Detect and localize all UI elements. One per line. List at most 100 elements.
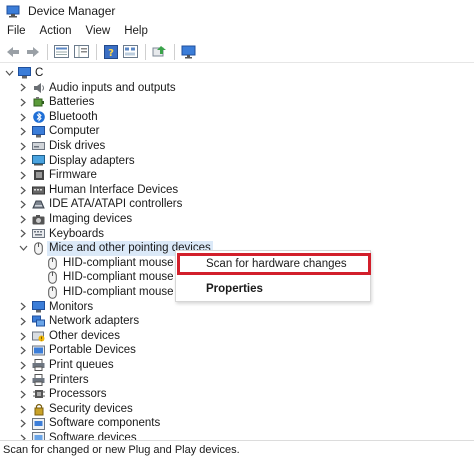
tree-item-label: Processors (49, 388, 107, 401)
tree-item-label: Other devices (49, 329, 120, 342)
chevron-right-icon[interactable] (18, 170, 28, 180)
tree-item-label: Audio inputs and outputs (49, 81, 176, 94)
chevron-right-icon[interactable] (18, 346, 28, 356)
show-hidden-button[interactable] (72, 42, 91, 61)
show-hidden-icon (74, 45, 89, 58)
menu-view[interactable]: View (79, 22, 118, 41)
highlight-box (177, 253, 371, 275)
tree-item-label: Portable Devices (49, 344, 136, 357)
tree-item-disk-drives[interactable]: Disk drives (18, 139, 105, 154)
tree-item-display-adapters[interactable]: Display adapters (18, 154, 135, 169)
chevron-right-icon[interactable] (18, 141, 28, 151)
tree-item-label: Display adapters (49, 154, 135, 167)
tree-item-human-interface-devices[interactable]: Human Interface Devices (18, 183, 178, 198)
chevron-right-icon[interactable] (18, 302, 28, 312)
tree-item-audio[interactable]: Audio inputs and outputs (18, 81, 176, 96)
device-sheet-button[interactable] (121, 42, 140, 61)
mouse-icon (46, 285, 59, 299)
mouse-icon (46, 256, 59, 270)
chevron-right-icon[interactable] (18, 433, 28, 440)
tree-item-label: Monitors (49, 300, 94, 313)
tree-item-printers[interactable]: Printers (18, 373, 89, 388)
firmware-icon (32, 169, 45, 182)
camera-icon (32, 213, 45, 226)
monitor-icon (32, 300, 45, 313)
device-manager-icon (6, 5, 20, 18)
tree-item-print-queues[interactable]: Print queues (18, 358, 114, 373)
tree-item-keyboards[interactable]: Keyboards (18, 227, 104, 242)
title-bar: Device Manager (0, 0, 474, 22)
tree-item-software-components[interactable]: Software components (18, 416, 160, 431)
tree-item-label: Disk drives (49, 140, 106, 152)
tree-item-portable-devices[interactable]: Portable Devices (18, 343, 136, 358)
menu-action[interactable]: Action (33, 22, 79, 41)
chevron-right-icon[interactable] (18, 360, 28, 370)
chevron-right-icon[interactable] (18, 127, 28, 137)
toolbar-separator (96, 43, 97, 60)
security-device-icon (32, 403, 45, 416)
chevron-right-icon[interactable] (18, 404, 28, 414)
tree-item-label: Software components (49, 417, 161, 430)
tree-item-security-devices[interactable]: Security devices (18, 402, 133, 417)
tree-item-label: Imaging devices (49, 213, 133, 225)
back-button[interactable] (3, 42, 22, 61)
chevron-right-icon[interactable] (18, 419, 28, 429)
tree-item-computer[interactable]: Computer (18, 124, 100, 139)
tree-item-label: Batteries (49, 96, 95, 109)
tree-root[interactable]: C (4, 66, 43, 81)
tree-item-network-adapters[interactable]: Network adapters (18, 314, 139, 329)
tree-item-other-devices[interactable]: ! Other devices (18, 329, 120, 344)
chevron-right-icon[interactable] (18, 156, 28, 166)
tree-item-ide-controllers[interactable]: IDE ATA/ATAPI controllers (18, 197, 182, 212)
printer-icon (32, 373, 45, 386)
forward-button[interactable] (23, 42, 42, 61)
toolbar-separator (47, 43, 48, 60)
chevron-right-icon[interactable] (18, 316, 28, 326)
tree-item-firmware[interactable]: Firmware (18, 168, 97, 183)
chevron-right-icon[interactable] (18, 83, 28, 93)
portable-device-icon (32, 344, 45, 357)
properties-sheet-icon (54, 45, 69, 58)
chevron-right-icon[interactable] (18, 389, 28, 399)
tree-item-label: Print queues (49, 359, 114, 371)
tree-item-processors[interactable]: Processors (18, 387, 107, 402)
tree-item-hid-mouse-2[interactable]: HID-compliant mouse (42, 270, 174, 285)
chevron-down-icon[interactable] (18, 243, 28, 253)
svg-text:?: ? (108, 48, 114, 59)
printer-icon (32, 359, 45, 372)
chevron-right-icon[interactable] (18, 200, 28, 210)
chevron-right-icon[interactable] (18, 112, 28, 122)
other-device-icon: ! (32, 330, 45, 343)
scan-hardware-button[interactable] (179, 42, 198, 61)
properties-sheet-button[interactable] (52, 42, 71, 61)
help-icon: ? (103, 44, 118, 59)
svg-text:!: ! (40, 337, 42, 343)
tree-item-software-devices[interactable]: Software devices (18, 431, 137, 440)
menu-help[interactable]: Help (117, 22, 155, 41)
computer-icon (32, 125, 45, 138)
chevron-right-icon[interactable] (18, 331, 28, 341)
tree-item-label: Network adapters (49, 315, 140, 328)
tree-item-hid-mouse-3[interactable]: HID-compliant mouse (42, 285, 174, 300)
tree-item-batteries[interactable]: Batteries (18, 95, 94, 110)
tree-item-label: Keyboards (49, 227, 104, 240)
chevron-right-icon[interactable] (18, 214, 28, 224)
help-button[interactable]: ? (101, 42, 120, 61)
network-adapter-icon (32, 315, 45, 328)
chevron-right-icon[interactable] (18, 229, 28, 239)
tree-item-imaging-devices[interactable]: Imaging devices (18, 212, 132, 227)
software-device-icon (32, 432, 45, 440)
chevron-right-icon[interactable] (18, 375, 28, 385)
tree-root-label: C (35, 67, 44, 79)
update-driver-button[interactable] (150, 42, 169, 61)
tree-item-hid-mouse-1[interactable]: HID-compliant mouse (42, 256, 174, 271)
chevron-right-icon[interactable] (18, 185, 28, 195)
toolbar-separator (174, 43, 175, 60)
chevron-down-icon[interactable] (4, 68, 14, 78)
chevron-right-icon[interactable] (18, 97, 28, 107)
tree-item-label: IDE ATA/ATAPI controllers (49, 198, 183, 211)
tree-item-monitors[interactable]: Monitors (18, 300, 93, 315)
properties-menu-item[interactable]: Properties (176, 279, 370, 299)
menu-file[interactable]: File (0, 22, 33, 41)
tree-item-bluetooth[interactable]: Bluetooth (18, 110, 98, 125)
